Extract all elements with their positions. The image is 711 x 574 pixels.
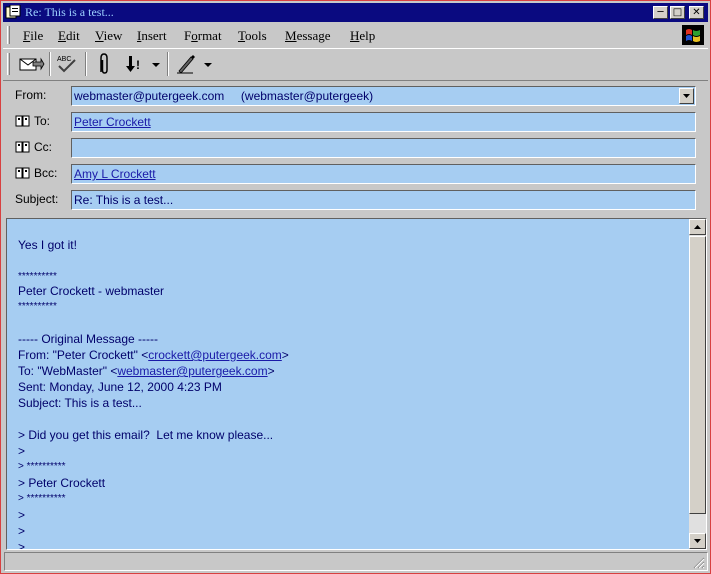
spell-abc-text: ABC bbox=[57, 56, 71, 63]
subject-value: Re: This is a test... bbox=[74, 193, 174, 207]
cc-field[interactable] bbox=[71, 138, 696, 158]
from-dropdown-button[interactable] bbox=[679, 88, 694, 104]
quoted-line: > bbox=[18, 508, 26, 522]
quoted-line: > ********** bbox=[18, 493, 66, 504]
chevron-down-icon bbox=[694, 539, 701, 543]
bcc-field[interactable]: Amy L Crockett bbox=[71, 164, 696, 184]
body-line: Sent: Monday, June 12, 2000 4:23 PM bbox=[18, 380, 222, 394]
vertical-scrollbar[interactable] bbox=[689, 219, 706, 549]
bcc-label: Bcc: bbox=[34, 166, 58, 180]
maximize-button[interactable]: □ bbox=[670, 6, 685, 19]
windows-logo-icon bbox=[682, 25, 704, 45]
quoted-line: > bbox=[18, 524, 26, 538]
menu-message[interactable]: Message bbox=[285, 28, 331, 44]
bcc-label-button[interactable]: Bcc: bbox=[15, 166, 57, 180]
body-line: Peter Crockett - webmaster bbox=[18, 284, 165, 298]
address-book-icon bbox=[15, 167, 30, 179]
to-recipient-link[interactable]: Peter Crockett bbox=[74, 115, 151, 129]
to-field[interactable]: Peter Crockett bbox=[71, 112, 696, 132]
close-icon: ✕ bbox=[692, 7, 701, 18]
message-window-icon bbox=[5, 5, 21, 19]
scroll-thumb[interactable] bbox=[689, 236, 706, 514]
maximize-icon: □ bbox=[672, 7, 683, 18]
scroll-down-button[interactable] bbox=[689, 533, 706, 549]
message-body-editor[interactable]: Yes I got it! ********** Peter Crockett … bbox=[6, 218, 707, 550]
from-email-link[interactable]: crockett@putergeek.com bbox=[148, 348, 282, 362]
menu-insert[interactable]: Insert bbox=[137, 28, 167, 44]
to-label-button[interactable]: To: bbox=[15, 114, 50, 128]
compose-window: Re: This is a test... ─ □ ✕ File Edit Vi… bbox=[0, 0, 711, 574]
priority-icon[interactable]: ! bbox=[121, 52, 143, 76]
menu-format[interactable]: Format bbox=[184, 28, 222, 44]
status-bar bbox=[4, 552, 708, 571]
toolbar-separator bbox=[167, 52, 169, 76]
subject-label: Subject: bbox=[15, 192, 59, 206]
body-line: Subject: This is a test... bbox=[18, 396, 142, 410]
resize-grip-icon[interactable] bbox=[693, 557, 705, 569]
body-line-to: To: "WebMaster" <webmaster@putergeek.com… bbox=[18, 364, 275, 378]
to-label: To: bbox=[34, 114, 51, 128]
send-icon[interactable] bbox=[17, 52, 45, 76]
body-line: Yes I got it! bbox=[18, 238, 77, 252]
quoted-line: > ********** bbox=[18, 461, 66, 472]
to-email-link[interactable]: webmaster@putergeek.com bbox=[117, 364, 267, 378]
toolbar-separator bbox=[49, 52, 51, 76]
menu-edit[interactable]: Edit bbox=[58, 28, 80, 44]
cc-label: Cc: bbox=[34, 140, 52, 154]
bcc-recipient-link[interactable]: Amy L Crockett bbox=[74, 167, 156, 181]
menu-grip[interactable] bbox=[7, 26, 10, 44]
quoted-line: > bbox=[18, 540, 26, 550]
from-value: webmaster@putergeek.com (webmaster@puter… bbox=[74, 89, 374, 103]
body-line-from: From: "Peter Crockett" <crockett@puterge… bbox=[18, 348, 289, 362]
svg-text:!: ! bbox=[136, 58, 140, 72]
menu-tools[interactable]: Tools bbox=[238, 28, 267, 44]
quoted-line: > Peter Crockett bbox=[18, 476, 106, 490]
spelling-check-icon[interactable]: ABC bbox=[55, 52, 79, 76]
title-bar[interactable]: Re: This is a test... ─ □ ✕ bbox=[3, 3, 708, 22]
menu-file[interactable]: File bbox=[23, 28, 43, 44]
address-book-icon bbox=[15, 141, 30, 153]
cc-label-button[interactable]: Cc: bbox=[15, 140, 52, 154]
window-title: Re: This is a test... bbox=[25, 5, 114, 19]
from-label: From: bbox=[15, 88, 47, 102]
menu-view[interactable]: View bbox=[95, 28, 122, 44]
body-line: ----- Original Message ----- bbox=[18, 332, 159, 346]
menu-bar: File Edit View Insert Format Tools Messa… bbox=[3, 23, 708, 47]
close-button[interactable]: ✕ bbox=[689, 6, 704, 19]
toolbar: ABC ! bbox=[3, 48, 708, 81]
signature-dropdown-icon[interactable] bbox=[203, 52, 213, 76]
from-field[interactable]: webmaster@putergeek.com (webmaster@puter… bbox=[71, 86, 696, 106]
chevron-down-icon bbox=[683, 94, 690, 98]
attach-icon[interactable] bbox=[93, 52, 115, 76]
quoted-line: > Did you get this email? Let me know pl… bbox=[18, 428, 274, 442]
menu-help[interactable]: Help bbox=[350, 28, 375, 44]
address-book-icon bbox=[15, 115, 30, 127]
signature-icon[interactable] bbox=[173, 52, 199, 76]
body-line: ********** bbox=[18, 301, 57, 312]
chevron-up-icon bbox=[694, 225, 701, 229]
subject-field[interactable]: Re: This is a test... bbox=[71, 190, 696, 210]
toolbar-separator bbox=[85, 52, 87, 76]
priority-dropdown-icon[interactable] bbox=[151, 52, 161, 76]
message-text: Yes I got it! ********** Peter Crockett … bbox=[18, 237, 683, 550]
scroll-up-button[interactable] bbox=[689, 219, 706, 235]
minimize-icon: ─ bbox=[657, 7, 664, 18]
quoted-line: > bbox=[18, 444, 26, 458]
toolbar-grip[interactable] bbox=[7, 53, 10, 75]
minimize-button[interactable]: ─ bbox=[653, 6, 668, 19]
